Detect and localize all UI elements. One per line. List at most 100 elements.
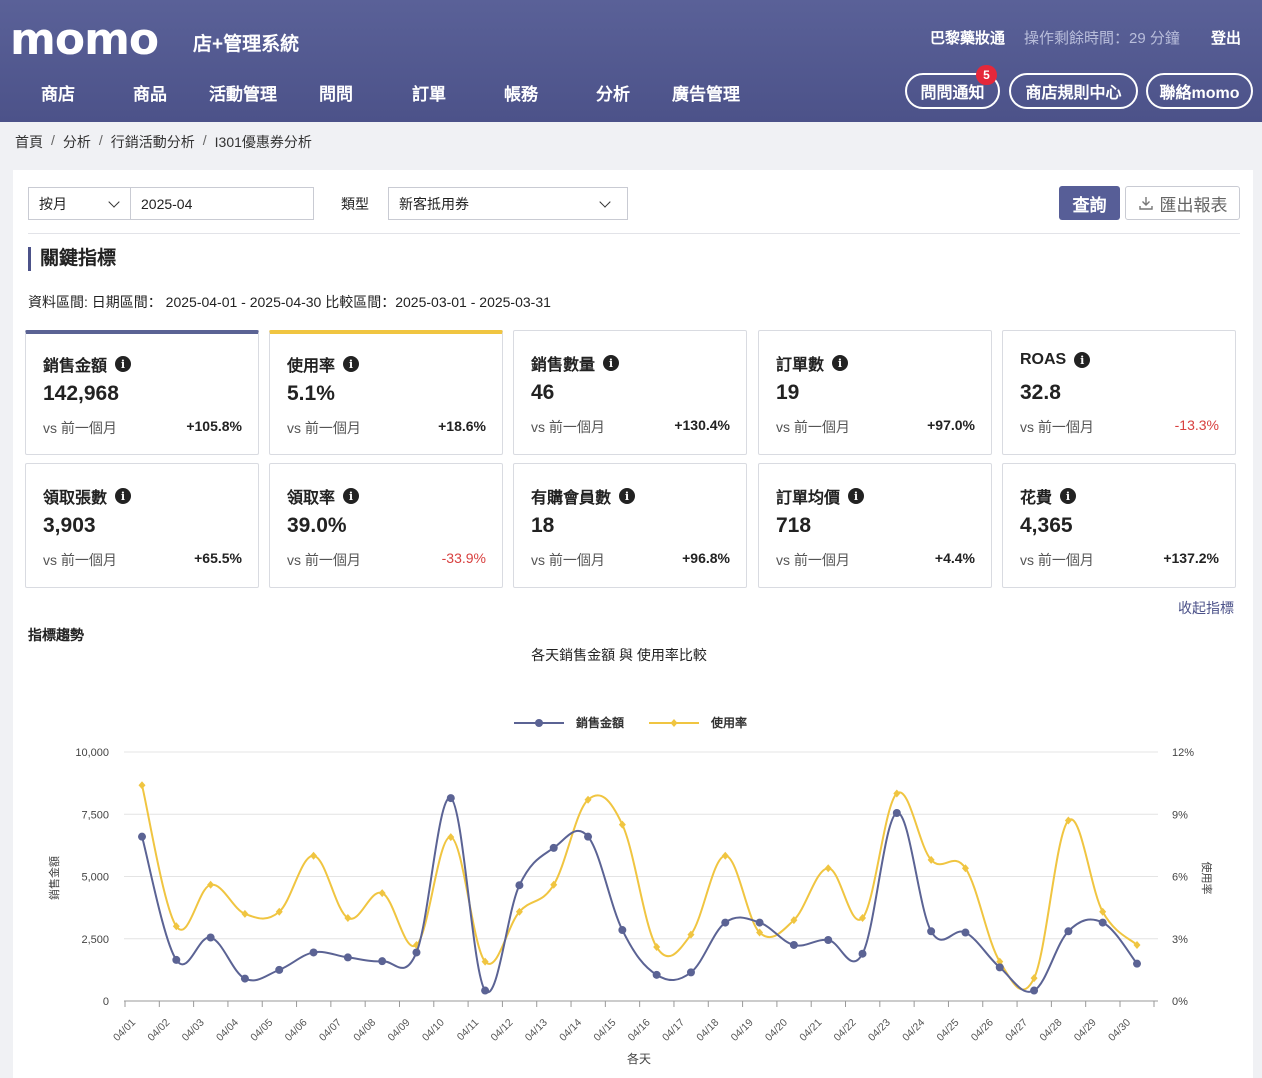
y-axis-left-label: 銷售金額 [47,856,61,900]
collapse-kpi-link[interactable]: 收起指標 [1178,598,1234,618]
kpi-compare-label: vs 前一個月 [43,420,117,436]
sales-point [206,933,215,942]
sales-point [446,794,455,803]
shop-name: 巴黎藥妝通 [930,30,1006,47]
nav-orders[interactable]: 訂單 [412,80,446,105]
kpi-title: 有購會員數 [531,490,612,507]
nav-qa[interactable]: 問問 [319,80,353,105]
x-tick-label: 04/21 [797,1017,824,1044]
x-tick-label: 04/22 [832,1017,859,1044]
kpi-value: 718 [776,514,812,537]
y-tick-right: 6% [1172,872,1188,884]
sales-point [1133,959,1141,968]
sales-point [686,968,695,977]
info-icon[interactable]: i [1074,352,1091,368]
nav-campaigns[interactable]: 活動管理 [209,80,277,105]
kpi-value: 39.0% [287,514,347,537]
kpi-card-roas[interactable]: ROAS i 32.8 vs 前一個月 -13.3% [1002,330,1236,455]
kpi-title: 銷售數量 [531,357,596,374]
kpi-delta: +130.4% [674,417,730,433]
nav-analytics[interactable]: 分析 [596,80,630,105]
x-axis-label: 各天 [627,1051,651,1066]
sales-point [1030,986,1039,995]
date-range-text: 資料區間: 日期區間： 2025-04-01 - 2025-04-30 比較區間… [28,294,551,310]
usage-rate-point [721,851,729,860]
breadcrumb-marketing[interactable]: 行銷活動分析 [111,132,195,152]
period-type-value: 按月 [39,195,67,212]
kpi-delta: +97.0% [927,417,975,433]
kpi-delta: +18.6% [438,418,486,434]
y-tick-right: 12% [1172,747,1194,759]
usage-rate-point [618,820,626,829]
contact-momo-button[interactable]: 聯絡momo [1146,73,1253,109]
query-button[interactable]: 查詢 [1059,186,1120,220]
nav-accounts[interactable]: 帳務 [504,80,538,105]
x-tick-label: 04/27 [1003,1017,1030,1044]
x-tick-label: 04/24 [900,1017,927,1044]
y-tick-left: 7,500 [81,809,109,821]
kpi-card-claim-rate[interactable]: 領取率 i 39.0% vs 前一個月 -33.9% [269,463,503,588]
kpi-card-quantity[interactable]: 銷售數量 i 46 vs 前一個月 +130.4% [513,330,747,455]
info-icon[interactable]: i [115,356,132,372]
kpi-card-buyers[interactable]: 有購會員數 i 18 vs 前一個月 +96.8% [513,463,747,588]
kpi-compare-label: vs 前一個月 [287,420,361,436]
x-tick-label: 04/23 [866,1017,893,1044]
kpi-compare-label: vs 前一個月 [531,552,605,568]
period-type-select[interactable]: 按月 [28,187,131,220]
session-timer: 操作剩餘時間：29 分鐘 [1024,30,1180,47]
info-icon[interactable]: i [343,488,360,504]
sales-point [412,948,421,957]
period-value-input[interactable]: 2025-04 [130,187,314,220]
info-icon[interactable]: i [115,488,132,504]
kpi-value: 18 [531,514,555,537]
nav-shop[interactable]: 商店 [41,80,75,105]
sales-point [927,927,936,936]
info-icon[interactable]: i [619,488,636,504]
x-tick-label: 04/28 [1037,1017,1064,1044]
x-tick-label: 04/26 [969,1017,996,1044]
kpi-delta: -33.9% [441,550,486,566]
kpi-title: 訂單數 [776,357,825,374]
export-report-button[interactable]: 匯出報表 [1125,186,1240,220]
logout-link[interactable]: 登出 [1211,27,1241,48]
info-icon[interactable]: i [1060,488,1077,504]
nav-ads[interactable]: 廣告管理 [672,80,740,105]
info-icon[interactable]: i [848,488,865,504]
kpi-card-claimed[interactable]: 領取張數 i 3,903 vs 前一個月 +65.5% [25,463,259,588]
kpi-value: 4,365 [1020,514,1073,537]
y-tick-left: 0 [103,996,109,1008]
breadcrumb-home[interactable]: 首頁 [15,132,43,152]
legend-label: 銷售金額 [576,715,624,730]
kpi-card-avg-order[interactable]: 訂單均價 i 718 vs 前一個月 +4.4% [758,463,992,588]
info-icon[interactable]: i [603,355,620,371]
nav-products[interactable]: 商品 [133,80,167,105]
sales-line [141,797,1138,994]
kpi-card-usage-rate[interactable]: 使用率 i 5.1% vs 前一個月 +18.6% [269,330,503,455]
x-tick-label: 04/19 [729,1017,756,1044]
sales-point [309,948,318,957]
sales-point [515,881,524,890]
info-icon[interactable]: i [343,356,360,372]
chart-series [138,781,1141,995]
chart-grid [124,751,1158,1002]
breadcrumb-analytics[interactable]: 分析 [63,132,91,152]
sales-point [755,918,764,927]
momo-logo[interactable]: momo [10,14,159,65]
kpi-card-sales[interactable]: 銷售金額 i 142,968 vs 前一個月 +105.8% [25,330,259,455]
kpi-card-spend[interactable]: 花費 i 4,365 vs 前一個月 +137.2% [1002,463,1236,588]
kpi-card-orders[interactable]: 訂單數 i 19 vs 前一個月 +97.0% [758,330,992,455]
usage-rate-point [310,851,318,860]
breadcrumb-current: I301優惠券分析 [214,134,312,150]
x-tick-label: 04/17 [660,1017,687,1044]
contact-momo-label: 聯絡momo [1159,85,1240,102]
sales-point [961,928,970,937]
coupon-type-select[interactable]: 新客抵用券 [388,187,628,220]
shop-rules-button[interactable]: 商店規則中心 [1009,73,1138,109]
kpi-delta: -13.3% [1174,417,1219,433]
notify-count-badge: 5 [976,65,997,85]
kpi-compare-label: vs 前一個月 [776,419,850,435]
trend-line-chart: 各天銷售金額 與 使用率比較 銷售金額 使用率 02,5005,0007,5001… [47,647,1214,1066]
divider [28,233,1240,234]
kpi-title: 花費 [1020,490,1053,507]
info-icon[interactable]: i [832,355,849,371]
